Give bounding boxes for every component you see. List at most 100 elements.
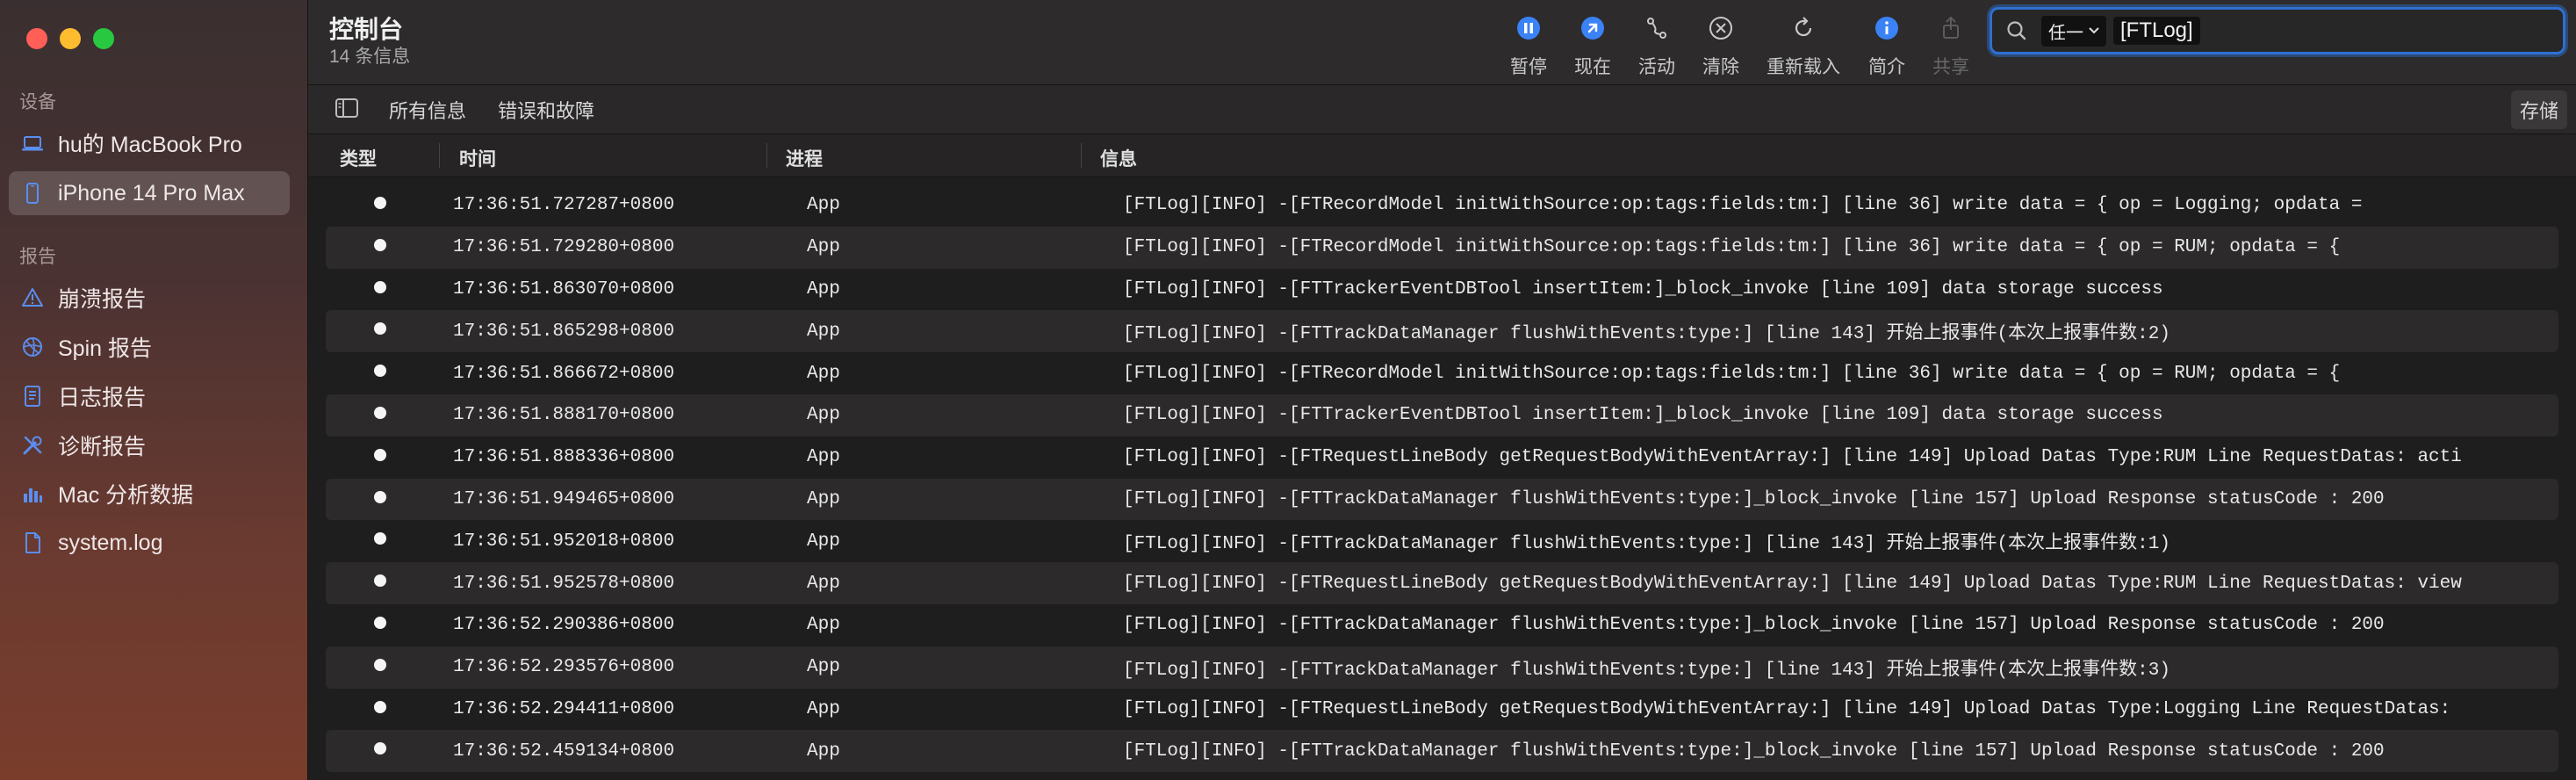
row-time: 17:36:51.888170+0800	[453, 405, 675, 426]
toolbar-button-label: 清除	[1702, 57, 1739, 77]
reload-icon	[1764, 12, 1843, 44]
message-type-dot	[374, 197, 386, 209]
row-process: App	[807, 740, 840, 762]
message-type-dot	[374, 574, 386, 588]
sidebar-item-label: hu的 MacBook Pro	[58, 133, 242, 157]
toolbar-button-label: 共享	[1932, 57, 1969, 77]
column-header-process[interactable]: 进程	[786, 145, 823, 171]
table-row[interactable]: 17:36:51.863070+0800 App [FTLog][INFO] -[F…	[326, 269, 2558, 311]
table-row[interactable]: 17:36:51.949465+0800 App [FTLog][INFO] -[F…	[326, 478, 2558, 521]
sidebar-item-system-log[interactable]: system.log	[9, 521, 290, 565]
sidebar-item-label: Mac 分析数据	[58, 483, 194, 508]
row-time: 17:36:52.294411+0800	[453, 698, 675, 719]
chart-icon	[18, 479, 47, 509]
column-divider[interactable]	[439, 143, 440, 168]
chevron-down-icon	[2089, 27, 2099, 34]
row-process: App	[807, 531, 840, 552]
table-row[interactable]: 17:36:51.865298+0800 App [FTLog][INFO] -[F…	[326, 310, 2558, 353]
message-type-dot	[374, 532, 386, 545]
row-process: App	[807, 615, 840, 636]
table-row[interactable]: 17:36:51.727287+0800 App [FTLog][INFO] -[F…	[326, 184, 2558, 227]
devices-section-label: 设备	[19, 92, 56, 112]
table-row[interactable]: 17:36:51.888336+0800 App [FTLog][INFO] -[F…	[326, 437, 2558, 479]
row-time: 17:36:51.888336+0800	[453, 447, 675, 468]
message-type-dot	[374, 700, 386, 713]
table-row[interactable]: 17:36:51.952578+0800 App [FTLog][INFO] -[F…	[326, 562, 2558, 604]
table-row[interactable]: 17:36:52.293576+0800 App [FTLog][INFO] -[F…	[326, 646, 2558, 689]
search-scope-label: 任一	[2048, 23, 2083, 43]
row-message: [FTLog][INFO] -[FTTrackDataManager flush…	[1123, 488, 2385, 509]
table-row[interactable]: 17:36:51.729280+0800 App [FTLog][INFO] -[F…	[326, 226, 2558, 269]
sidebar-item-crash-reports[interactable]: 崩溃报告	[9, 276, 290, 320]
close-window-button[interactable]	[26, 28, 47, 49]
row-process: App	[807, 573, 840, 594]
row-time: 17:36:51.729280+0800	[453, 237, 675, 258]
search-icon	[2007, 21, 2026, 40]
spin-icon	[18, 332, 47, 362]
row-message: [FTLog][INFO] -[FTTrackerEventDBTool ins…	[1123, 278, 2163, 300]
message-type-dot	[374, 322, 386, 336]
sidebar-item-diagnostic-reports[interactable]: 诊断报告	[9, 423, 290, 467]
main-area: 控制台 14 条信息 暂停 现在 活动 清除 重新载入 简介 共享 任一 [FT…	[308, 0, 2576, 780]
zoom-window-button[interactable]	[93, 28, 114, 49]
row-process: App	[807, 657, 840, 678]
row-message: [FTLog][INFO] -[FTRecordModel initWithSo…	[1123, 195, 2363, 216]
laptop-icon	[18, 128, 47, 158]
column-header-message[interactable]: 信息	[1100, 145, 1137, 171]
log-table: 17:36:51.727287+0800 App [FTLog][INFO] -[F…	[326, 184, 2558, 773]
column-header-type[interactable]: 类型	[340, 145, 377, 171]
tab-errors-and-faults[interactable]: 错误和故障	[498, 96, 594, 124]
row-time: 17:36:51.949465+0800	[453, 488, 675, 509]
row-process: App	[807, 447, 840, 468]
sidebar-item-mac-analytics[interactable]: Mac 分析数据	[9, 472, 290, 516]
sidebar-item-macbook[interactable]: hu的 MacBook Pro	[9, 121, 290, 165]
table-row[interactable]: 17:36:51.888170+0800 App [FTLog][INFO] -[F…	[326, 394, 2558, 437]
row-message: [FTLog][INFO] -[FTRequestLineBody getReq…	[1123, 698, 2451, 719]
message-type-dot	[374, 365, 386, 378]
reports-section-label: 报告	[19, 247, 56, 267]
row-time: 17:36:51.952018+0800	[453, 531, 675, 552]
column-divider[interactable]	[766, 143, 767, 168]
message-type-dot	[374, 238, 386, 251]
table-row[interactable]: 17:36:51.866672+0800 App [FTLog][INFO] -[F…	[326, 352, 2558, 394]
table-row[interactable]: 17:36:52.290386+0800 App [FTLog][INFO] -[F…	[326, 604, 2558, 646]
sidebar-item-spin-reports[interactable]: Spin 报告	[9, 325, 290, 369]
sidebar-item-label: system.log	[58, 530, 163, 555]
search-input[interactable]: [FTLog]	[2113, 17, 2200, 45]
search-scope-token[interactable]: 任一	[2041, 15, 2106, 47]
row-process: App	[807, 195, 840, 216]
table-row[interactable]: 17:36:52.294411+0800 App [FTLog][INFO] -[F…	[326, 689, 2558, 731]
row-message: [FTLog][INFO] -[FTTrackDataManager flush…	[1123, 615, 2385, 636]
row-process: App	[807, 405, 840, 426]
sidebar-item-log-reports[interactable]: 日志报告	[9, 374, 290, 418]
minimize-window-button[interactable]	[60, 28, 81, 49]
table-header: 类型 时间 进程 信息	[308, 134, 2576, 177]
row-time: 17:36:51.952578+0800	[453, 573, 675, 594]
clear-icon	[1681, 12, 1760, 44]
row-time: 17:36:52.459134+0800	[453, 740, 675, 762]
sidebar-item-label: 崩溃报告	[58, 287, 147, 312]
column-header-time[interactable]: 时间	[459, 145, 496, 171]
search-field[interactable]: 任一 [FTLog]	[1990, 7, 2565, 54]
sidebar-item-iphone[interactable]: iPhone 14 Pro Max	[9, 171, 290, 215]
message-type-dot	[374, 280, 386, 293]
clear-button[interactable]: 清除	[1681, 12, 1760, 79]
sidebar-item-label: iPhone 14 Pro Max	[58, 180, 245, 206]
message-count: 14 条信息	[329, 47, 411, 67]
column-divider[interactable]	[1081, 143, 1082, 168]
table-row[interactable]: 17:36:51.952018+0800 App [FTLog][INFO] -[F…	[326, 520, 2558, 562]
row-time: 17:36:52.293576+0800	[453, 657, 675, 678]
reload-button[interactable]: 重新载入	[1764, 12, 1843, 79]
table-row[interactable]: 17:36:52.459134+0800 App [FTLog][INFO] -[F…	[326, 730, 2558, 773]
tab-all-messages[interactable]: 所有信息	[389, 96, 466, 124]
row-message: [FTLog][INFO] -[FTTrackDataManager flush…	[1123, 534, 2170, 555]
message-type-dot	[374, 448, 386, 461]
save-button[interactable]: 存储	[2510, 90, 2567, 129]
warning-icon	[18, 283, 47, 313]
sidebar-item-label: 日志报告	[58, 386, 147, 410]
sidebar-toggle-icon[interactable]	[335, 98, 359, 119]
row-message: [FTLog][INFO] -[FTTrackDataManager flush…	[1123, 740, 2385, 762]
row-process: App	[807, 363, 840, 384]
share-button[interactable]: 共享	[1911, 12, 1990, 79]
sidebar: 设备 hu的 MacBook Pro iPhone 14 Pro Max 报告 …	[0, 0, 308, 780]
